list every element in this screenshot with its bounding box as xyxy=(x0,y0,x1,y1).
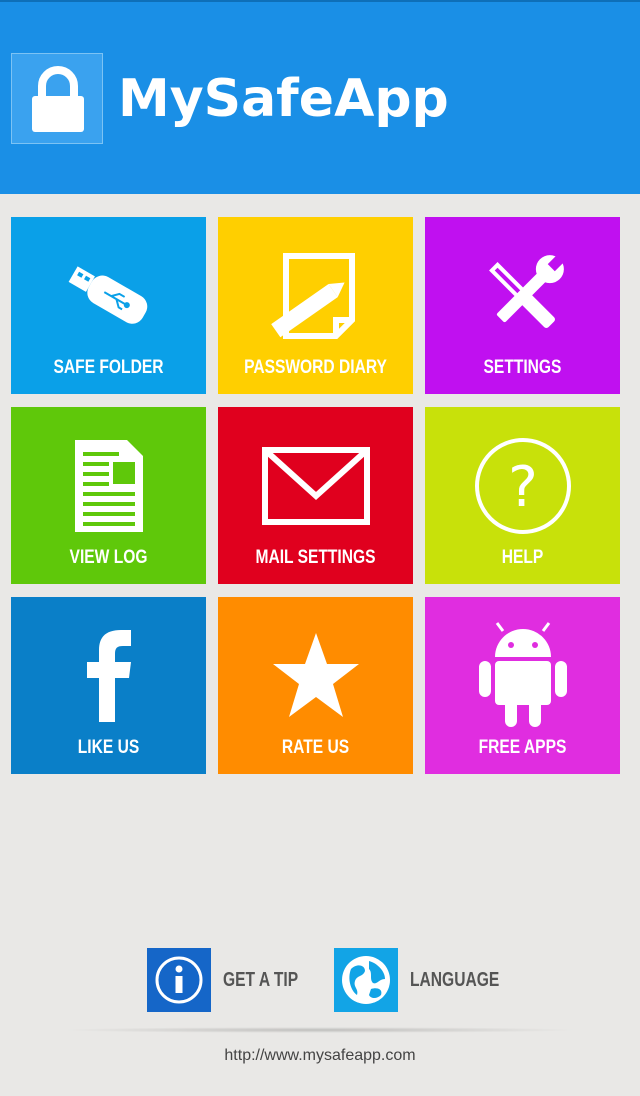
tile-password-diary[interactable]: PASSWORD DIARY xyxy=(218,217,413,394)
tile-label: VIEW LOG xyxy=(69,547,148,568)
tile-label: SAFE FOLDER xyxy=(53,357,164,378)
question-icon: ? xyxy=(474,438,571,534)
app-header: MySafeApp xyxy=(0,0,640,194)
get-a-tip-label: GET A TIP xyxy=(223,968,299,991)
website-link[interactable]: http://www.mysafeapp.com xyxy=(0,1047,640,1065)
language-button[interactable]: LANGUAGE xyxy=(334,947,524,1013)
app-title: MySafeApp xyxy=(118,69,449,129)
tile-label: RATE US xyxy=(281,737,350,758)
app-logo xyxy=(11,53,103,144)
globe-icon xyxy=(342,956,390,1004)
star-icon xyxy=(272,633,359,717)
tile-help[interactable]: ? HELP xyxy=(425,407,620,584)
tile-mail-settings[interactable]: MAIL SETTINGS xyxy=(218,407,413,584)
tile-safe-folder[interactable]: SAFE FOLDER xyxy=(11,217,206,394)
tile-view-log[interactable]: VIEW LOG xyxy=(11,407,206,584)
tile-label: SETTINGS xyxy=(483,357,562,378)
tile-like-us[interactable]: LIKE US xyxy=(11,597,206,774)
tile-label: MAIL SETTINGS xyxy=(255,547,376,568)
tile-label: FREE APPS xyxy=(478,737,567,758)
tile-label: PASSWORD DIARY xyxy=(244,357,387,378)
info-icon xyxy=(155,956,203,1004)
document-icon xyxy=(74,440,143,532)
note-pencil-icon xyxy=(270,253,355,339)
tile-rate-us[interactable]: RATE US xyxy=(218,597,413,774)
facebook-icon xyxy=(86,630,131,722)
language-label: LANGUAGE xyxy=(410,968,500,991)
tile-free-apps[interactable]: FREE APPS xyxy=(425,597,620,774)
divider xyxy=(60,1027,580,1033)
envelope-icon xyxy=(261,447,370,525)
lock-icon xyxy=(32,66,84,132)
tile-label: LIKE US xyxy=(77,737,140,758)
tools-icon xyxy=(488,254,565,328)
android-icon xyxy=(478,622,567,727)
svg-text:?: ? xyxy=(508,455,538,520)
usb-drive-icon xyxy=(68,266,147,324)
globe-icon-box xyxy=(334,948,398,1012)
tile-settings[interactable]: SETTINGS xyxy=(425,217,620,394)
get-a-tip-button[interactable]: GET A TIP xyxy=(147,947,319,1013)
info-icon-box xyxy=(147,948,211,1012)
tile-label: HELP xyxy=(501,547,544,568)
